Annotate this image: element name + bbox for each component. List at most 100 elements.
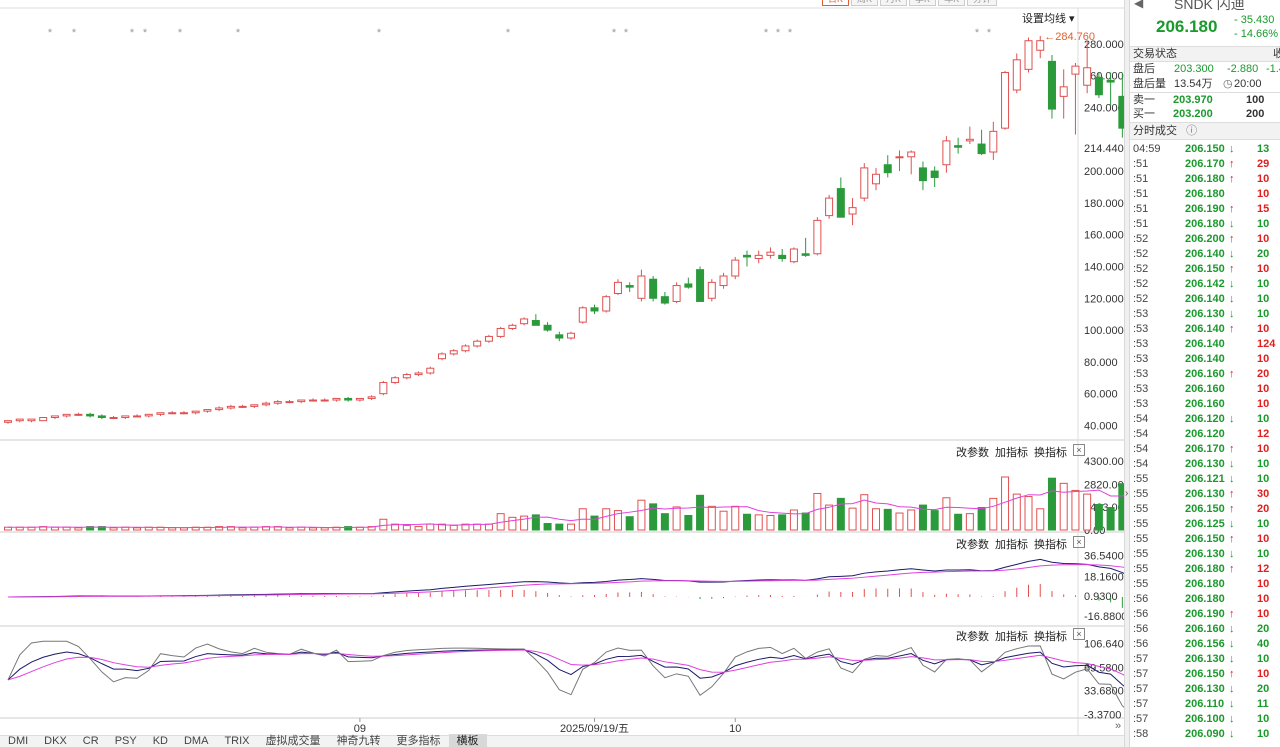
candle [531, 320, 540, 326]
candle [273, 401, 282, 404]
candle [62, 413, 71, 417]
indicator-tab[interactable]: PSY [107, 734, 145, 747]
add-indicator-button[interactable]: 加指标 [995, 536, 1028, 552]
volume-indicator-controls: 改参数 加指标 换指标 × [956, 444, 1085, 460]
candle [86, 413, 95, 417]
volume-bar [872, 508, 881, 531]
candle [813, 219, 822, 255]
indicator-tab[interactable]: 横板 [448, 734, 487, 747]
volume-bar [1024, 496, 1033, 531]
candle [731, 259, 740, 277]
tick-row: :53 206.140 124 [1133, 338, 1276, 350]
candle [918, 167, 927, 182]
tick-row: :56 206.180 10 [1133, 593, 1270, 605]
volume-bar [977, 507, 986, 531]
add-indicator-button[interactable]: 加指标 [995, 444, 1028, 460]
chart-area[interactable]: 280.000 260.000 240.000 214.440 200.000 180.0… [0, 0, 1124, 747]
volume-bar [625, 516, 634, 531]
period-button[interactable]: 分钟 [967, 0, 998, 6]
close-icon[interactable]: × [1073, 444, 1085, 456]
volume-bar [766, 514, 775, 531]
candle [4, 420, 12, 423]
add-indicator-button[interactable]: 加指标 [995, 628, 1028, 644]
event-marker-icon: * [236, 27, 241, 39]
switch-indicator-button[interactable]: 换指标 [1034, 536, 1067, 552]
candle [872, 173, 881, 185]
period-button[interactable]: 周K [851, 0, 879, 6]
candle [989, 130, 998, 153]
candle [238, 405, 247, 408]
candle [860, 167, 869, 199]
close-icon[interactable]: × [1073, 628, 1085, 640]
volume-bar [379, 518, 388, 531]
candle [402, 374, 411, 379]
indicator-tab[interactable]: DMA [176, 734, 216, 747]
indicator-tab[interactable]: CR [75, 734, 107, 747]
candle [766, 251, 775, 256]
change-params-button[interactable]: 改参数 [956, 536, 989, 552]
period-button[interactable]: 月K [880, 0, 908, 6]
close-icon[interactable]: × [1073, 536, 1085, 548]
tick-row: :56 206.160 ↓ 20 [1133, 623, 1270, 635]
candle [942, 140, 951, 166]
tick-list[interactable]: 04:59 206.150 ↓ 13:51 206.170 ↑ 29:51 206.180 ↑ 1… [1130, 140, 1280, 742]
candle [754, 254, 763, 260]
volume-tick-label: 4300.00 [1084, 456, 1124, 468]
tick-row: :51 206.180 ↓ 10 [1133, 218, 1270, 230]
switch-indicator-button[interactable]: 换指标 [1034, 628, 1067, 644]
candle [97, 415, 106, 419]
volume-tick-label: 2820.00 [1084, 480, 1124, 492]
event-marker-icon: * [612, 27, 617, 39]
event-marker-icon: * [764, 27, 769, 39]
volume-bar [684, 514, 693, 531]
volume-bar [965, 513, 974, 531]
osc-tick-label: 33.6800 [1084, 685, 1124, 697]
volume-bar [672, 506, 681, 531]
indicator-tab[interactable]: DMI [0, 734, 36, 747]
candle [391, 377, 400, 384]
tick-row: :53 206.160 ↑ 20 [1133, 368, 1270, 380]
change-params-button[interactable]: 改参数 [956, 628, 989, 644]
back-arrow-icon[interactable]: ◀ [1134, 0, 1143, 10]
candle [977, 143, 986, 155]
volume-bar [62, 526, 71, 531]
candle [168, 412, 177, 415]
indicator-tab[interactable]: KD [145, 734, 176, 747]
period-button[interactable]: 日K [822, 0, 850, 6]
volume-bar [707, 505, 716, 531]
candle [625, 285, 634, 288]
volume-bar [1071, 489, 1080, 531]
collapse-arrow-icon[interactable]: › [1125, 488, 1128, 499]
candle [74, 413, 83, 416]
volume-bar [813, 492, 822, 531]
volume-bar [1047, 477, 1056, 531]
tick-row: :55 206.150 ↑ 20 [1133, 503, 1270, 515]
osc-indicator-controls: 改参数 加指标 换指标 × [956, 628, 1085, 644]
candle [578, 307, 587, 323]
candle [133, 415, 142, 418]
volume-bar [74, 527, 83, 531]
price-tick-label: 240.000 [1084, 102, 1124, 114]
osc-tick-label: 106.6400 [1084, 638, 1124, 650]
period-button[interactable]: 季K [909, 0, 937, 6]
candle [109, 417, 118, 420]
info-icon[interactable]: ⓘ [1186, 125, 1197, 137]
volume-bar [1083, 493, 1092, 531]
indicator-tab[interactable]: 虚拟成交量 [258, 734, 329, 747]
switch-indicator-button[interactable]: 换指标 [1034, 444, 1067, 460]
indicator-tab[interactable]: DKX [36, 734, 75, 747]
tick-row: :55 206.180 ↑ 12 [1133, 563, 1270, 575]
event-marker-icon: * [788, 27, 793, 39]
candle [15, 418, 24, 422]
ma-settings-button[interactable]: 设置均线 ▾ [1022, 10, 1075, 26]
change-params-button[interactable]: 改参数 [956, 444, 989, 460]
tick-row: :57 206.100 ↓ 10 [1133, 713, 1270, 725]
volume-bar [109, 527, 118, 531]
event-marker-icon: * [178, 27, 183, 39]
period-button[interactable]: 年K [938, 0, 966, 6]
candle [484, 335, 493, 342]
volume-bar [895, 512, 904, 531]
indicator-tab[interactable]: TRIX [216, 734, 257, 747]
indicator-tab[interactable]: 神奇九转 [329, 734, 389, 747]
indicator-tab[interactable]: 更多指标 [389, 734, 449, 747]
